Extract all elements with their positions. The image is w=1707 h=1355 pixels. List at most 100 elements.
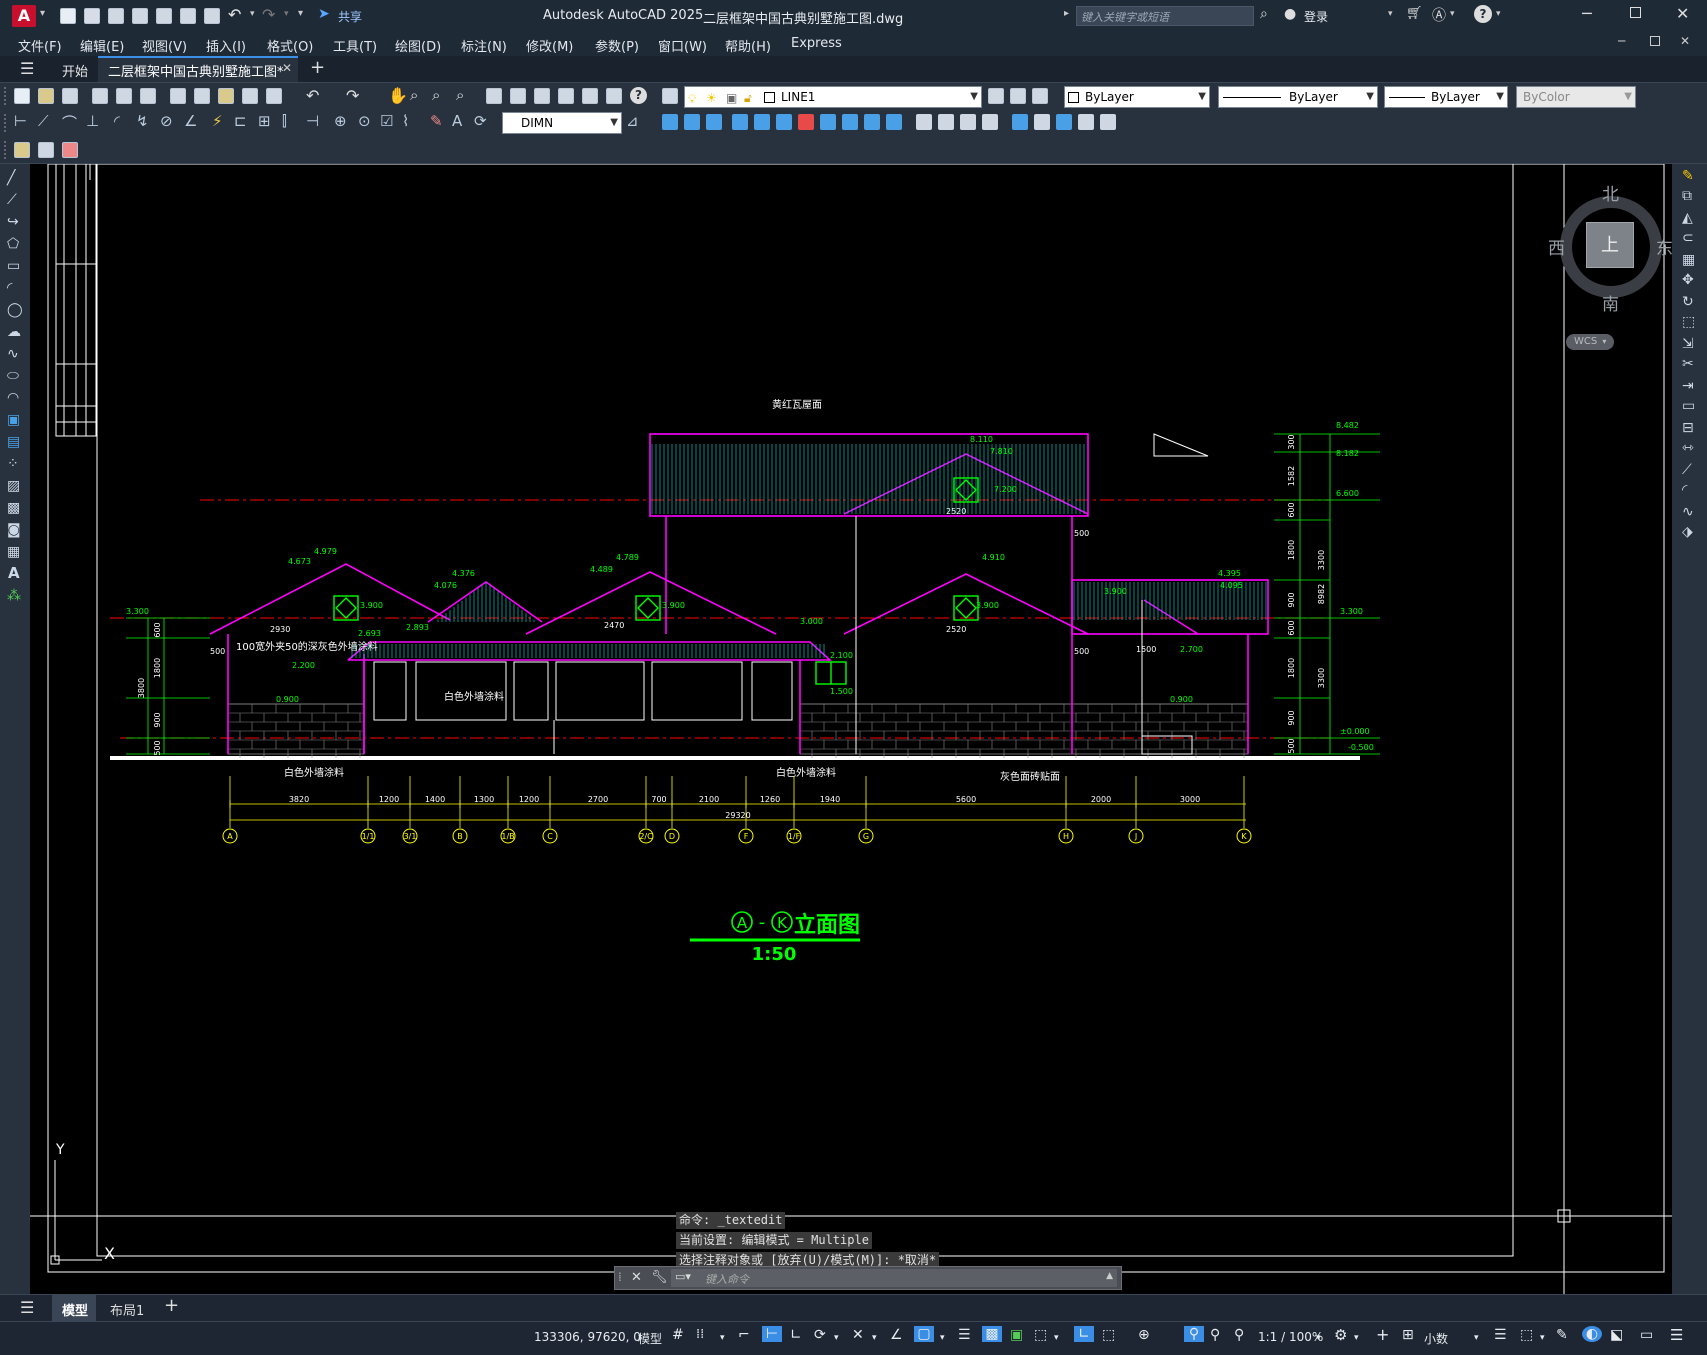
help-icon[interactable]: ? [1474, 5, 1492, 23]
cut-icon[interactable] [170, 88, 186, 104]
save-icon[interactable] [108, 8, 124, 24]
dim-space-icon[interactable]: ⫿ [282, 112, 287, 130]
3d-osnap-icon[interactable]: ⬚ [1034, 1327, 1047, 1343]
dim-diameter-icon[interactable]: ⊘ [160, 112, 173, 130]
insert-block-icon[interactable]: ▣ [7, 412, 20, 428]
save-as-icon[interactable] [132, 8, 148, 24]
quick-dim-icon[interactable]: ⚡ [212, 112, 223, 130]
zoom-realtime-icon[interactable]: ⌕ [410, 86, 418, 104]
tool-palettes-icon[interactable] [534, 88, 550, 104]
new-icon[interactable] [60, 8, 76, 24]
arc-icon[interactable]: ◜ [7, 280, 12, 296]
command-close-icon[interactable]: ✕ [631, 1270, 642, 1285]
table-icon[interactable]: ▦ [7, 544, 20, 560]
dim-baseline-icon[interactable]: ⊏ [234, 112, 247, 130]
undo-dropdown-icon[interactable]: ▾ [250, 9, 255, 19]
app-menu-icon[interactable]: ☰ [20, 59, 34, 78]
command-grip-icon[interactable]: ⁞ [618, 1270, 622, 1284]
units-icon[interactable]: ⊞ [1402, 1327, 1414, 1343]
open-icon[interactable] [84, 8, 100, 24]
trim-side-icon[interactable]: ✂ [1682, 356, 1694, 372]
menu-format[interactable]: 格式(O) [267, 36, 313, 55]
array-icon[interactable] [732, 114, 748, 130]
join-side-icon[interactable]: ⇿ [1682, 440, 1694, 456]
plotstyle-dropdown-icon[interactable]: ▼ [1624, 87, 1632, 107]
minimize-icon[interactable]: ─ [1582, 4, 1592, 23]
redo-toolbar-icon[interactable]: ↷ [346, 86, 359, 105]
move-icon[interactable] [754, 114, 770, 130]
search-icon[interactable]: ⌕ [1260, 6, 1268, 22]
dynamic-input-icon[interactable]: ⊢ [762, 1326, 782, 1342]
clean-screen-icon[interactable]: ⬕ [1610, 1327, 1623, 1343]
polyline-icon[interactable]: ↪ [7, 214, 19, 230]
cart-icon[interactable]: 🛒︎ [1406, 6, 1423, 21]
erase-side-icon[interactable]: ✎ [1682, 168, 1694, 184]
toolbar-grip[interactable] [4, 87, 7, 105]
snap-chevron-icon[interactable]: ▾ [720, 1333, 725, 1343]
center-mark-icon[interactable]: ⊙ [358, 112, 371, 130]
3d-osnap-chevron-icon[interactable]: ▾ [1054, 1333, 1059, 1343]
edit-block-icon[interactable] [14, 142, 30, 158]
share-label[interactable]: 共享 [338, 8, 362, 25]
dim-edit-icon[interactable]: ✎ [430, 112, 443, 130]
add-layout-icon[interactable]: + [164, 1295, 179, 1316]
drawing-svg[interactable]: A 1/1 3/1 B 1/B C 2/C D F 1/F G H J K 3820 1200 1400 1300… [30, 164, 1672, 1294]
workspace-gear-icon[interactable]: ⚙ [1334, 1326, 1347, 1344]
rotate-side-icon[interactable]: ↻ [1682, 294, 1694, 310]
lineweight-dropdown-icon[interactable]: ▼ [1496, 87, 1504, 107]
logo-menu-chevron-icon[interactable]: ▾ [40, 8, 45, 19]
inspect-icon[interactable]: ☑ [380, 112, 393, 130]
dim-arc-icon[interactable]: ⌒ [62, 112, 77, 133]
layer-combo[interactable]: 💡︎ ☀ ▣ 🔓︎ LINE1 ▼ [684, 86, 982, 108]
polar-chevron-icon[interactable]: ▾ [834, 1333, 839, 1343]
sheet-set-icon[interactable] [558, 88, 574, 104]
dimstyle-manager-icon[interactable]: ⊿ [626, 112, 639, 130]
break-point-side-icon[interactable]: ▭ [1682, 398, 1695, 414]
save-web-icon[interactable] [180, 8, 196, 24]
login-chevron-icon[interactable]: ▾ [1388, 9, 1393, 19]
ortho-icon[interactable]: ∟ [790, 1327, 802, 1343]
annotation-scale-value[interactable]: 1:1 / 100% [1258, 1330, 1323, 1344]
osnap-chevron-icon[interactable]: ▾ [940, 1333, 945, 1343]
redo-icon[interactable]: ↷ [262, 5, 275, 24]
open-web-icon[interactable] [156, 8, 172, 24]
spline-icon[interactable]: ∿ [7, 346, 19, 362]
lengthen-icon[interactable] [1100, 114, 1116, 130]
color-dropdown-icon[interactable]: ▼ [1198, 87, 1206, 107]
dim-break-icon[interactable]: ⊣ [306, 112, 319, 130]
menu-express[interactable]: Express [791, 36, 842, 51]
rotate-icon[interactable] [776, 114, 792, 130]
fillet-icon[interactable] [916, 114, 932, 130]
new-tab-icon[interactable]: + [310, 57, 325, 78]
extend-icon[interactable] [886, 114, 902, 130]
dim-jogged-icon[interactable]: ↯ [136, 112, 149, 130]
doc-restore-icon[interactable] [1650, 36, 1660, 46]
dimstyle-combo[interactable]: DIMN ▼ [502, 112, 622, 134]
make-current-icon[interactable] [988, 88, 1004, 104]
units-value[interactable]: 小数 [1424, 1330, 1448, 1347]
search-expand-icon[interactable]: ▸ [1064, 8, 1069, 19]
autocad-logo-button[interactable]: A [12, 5, 36, 27]
chamfer-side-icon[interactable]: ⟋ [1682, 462, 1692, 478]
layer-previous-icon[interactable] [1010, 88, 1026, 104]
help-toolbar-icon[interactable]: ? [630, 87, 647, 104]
viewcube-north[interactable]: 北 [1602, 180, 1619, 205]
tolerance-icon[interactable]: ⊕ [334, 112, 347, 130]
workspace-chevron-icon[interactable]: ▾ [1354, 1333, 1359, 1343]
dimstyle-dropdown-icon[interactable]: ▼ [610, 113, 618, 133]
blend-side-icon[interactable]: ∿ [1682, 504, 1694, 520]
zoom-previous-icon[interactable]: ⌕ [456, 86, 464, 104]
layout-menu-icon[interactable]: ☰ [20, 1298, 34, 1317]
lock-ui-icon[interactable]: ⬚ [1520, 1327, 1533, 1343]
plot-icon[interactable] [204, 8, 220, 24]
menu-modify[interactable]: 修改(M) [526, 36, 573, 55]
dynamic-ucs-icon[interactable]: ∟ [1074, 1326, 1094, 1342]
customization-icon[interactable]: ☰ [1670, 1326, 1683, 1344]
line-icon[interactable]: ╱ [7, 170, 15, 186]
revcloud-icon[interactable]: ☁ [7, 324, 21, 340]
open-file-icon[interactable] [38, 88, 54, 104]
rectangle-icon[interactable]: ▭ [7, 258, 20, 274]
selection-filter-icon[interactable]: ⬚ [1102, 1327, 1115, 1343]
menu-edit[interactable]: 编辑(E) [80, 36, 124, 55]
viewcube-east[interactable]: 东 [1656, 234, 1672, 259]
